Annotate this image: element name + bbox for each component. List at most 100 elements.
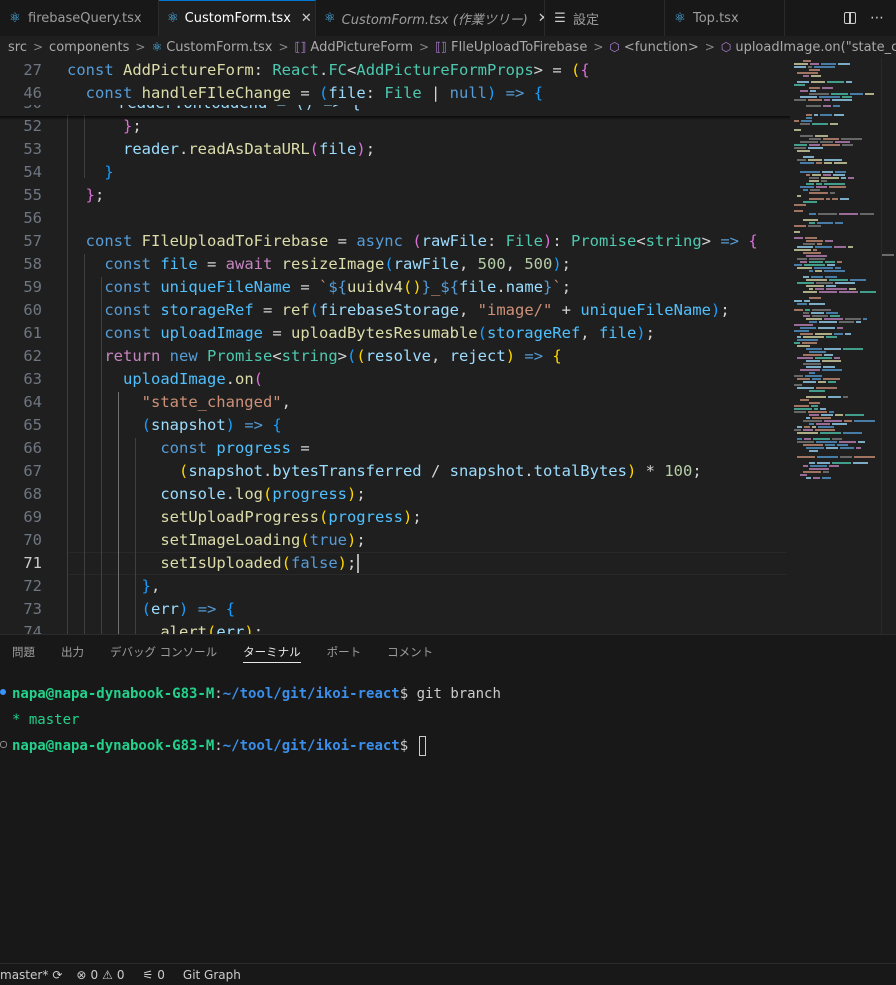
minimap-stroke xyxy=(854,456,875,458)
code-line[interactable]: 53 reader.readAsDataURL(file); xyxy=(0,138,790,161)
more-actions-icon[interactable]: ⋯ xyxy=(870,10,884,26)
line-number: 46 xyxy=(23,84,42,102)
minimap-stroke xyxy=(817,222,833,224)
react-icon: ⚛ xyxy=(167,11,179,26)
split-editor-icon[interactable] xyxy=(844,12,856,24)
sync-icon[interactable]: ⟳ xyxy=(52,968,62,982)
tab-top[interactable]: ⚛ Top.tsx xyxy=(665,0,785,36)
line-number: 68 xyxy=(23,485,42,503)
tab-settings[interactable]: ☰ 設定 xyxy=(545,0,665,36)
code-text: alert(err); xyxy=(160,623,264,634)
minimap-stroke xyxy=(816,162,822,164)
line-number: 65 xyxy=(23,416,42,434)
code-line[interactable]: 60 const storageRef = ref(firebaseStorag… xyxy=(0,299,790,322)
minimap-stroke xyxy=(842,144,853,146)
minimap-stroke xyxy=(803,75,809,77)
tab-label: CustomForm.tsx (作業ツリー) xyxy=(341,12,528,28)
editor-scrollbar[interactable] xyxy=(881,58,896,634)
breadcrumb-item[interactable]: AddPictureForm xyxy=(310,40,413,55)
scrollbar-thumb[interactable] xyxy=(882,254,894,256)
code-text: const uniqueFileName = `${uuidv4()}_${fi… xyxy=(104,278,572,296)
breadcrumb-item[interactable]: <function> xyxy=(624,40,699,55)
minimap-stroke xyxy=(826,198,830,200)
minimap-stroke xyxy=(842,96,852,98)
minimap-stroke xyxy=(818,426,834,428)
breadcrumb-item[interactable]: components xyxy=(49,40,129,55)
minimap[interactable] xyxy=(790,58,880,634)
minimap-stroke xyxy=(797,426,802,428)
broadcast-icon: ⚟ xyxy=(142,967,154,982)
close-icon[interactable]: ✕ xyxy=(301,11,312,26)
code-line[interactable]: 58 const file = await resizeImage(rawFil… xyxy=(0,253,790,276)
minimap-stroke xyxy=(808,147,823,149)
code-line[interactable]: 56 xyxy=(0,207,790,230)
tab-customform[interactable]: ⚛ CustomForm.tsx ✕ xyxy=(159,0,316,36)
minimap-stroke xyxy=(809,450,818,452)
minimap-stroke xyxy=(824,99,830,101)
minimap-stroke xyxy=(815,357,832,359)
minimap-stroke xyxy=(794,342,800,344)
problems-status[interactable]: ⊗ 0 ⚠ 0 xyxy=(76,968,124,982)
minimap-stroke xyxy=(800,135,813,137)
ports-status[interactable]: ⚟ 0 xyxy=(143,968,165,982)
minimap-stroke xyxy=(794,384,802,386)
code-line[interactable]: 54 } xyxy=(0,161,790,184)
minimap-stroke xyxy=(826,447,838,449)
code-text: const uploadImage = uploadBytesResumable… xyxy=(104,324,655,342)
minimap-stroke xyxy=(824,183,845,185)
chevron-right-icon: > xyxy=(32,40,44,54)
breadcrumb-item[interactable]: FIleUploadToFirebase xyxy=(451,40,587,55)
minimap-stroke xyxy=(794,411,806,413)
code-line[interactable]: 59 const uniqueFileName = `${uuidv4()}_$… xyxy=(0,276,790,299)
minimap-stroke xyxy=(845,414,864,416)
minimap-stroke xyxy=(826,285,836,287)
minimap-stroke xyxy=(794,264,802,266)
minimap-stroke xyxy=(809,270,813,272)
code-text: (err) => { xyxy=(141,600,236,618)
minimap-stroke xyxy=(854,420,875,422)
tab-terminal[interactable]: ターミナル xyxy=(243,635,301,669)
minimap-stroke xyxy=(797,246,813,248)
tab-ports[interactable]: ポート xyxy=(327,635,362,669)
status-bar: master* ⟳ ⊗ 0 ⚠ 0 ⚟ 0 Git Graph xyxy=(0,963,896,985)
minimap-stroke xyxy=(797,432,818,434)
git-graph-button[interactable]: Git Graph xyxy=(183,968,241,982)
minimap-stroke xyxy=(804,426,810,428)
minimap-stroke xyxy=(800,141,818,143)
command-success-dot-icon[interactable] xyxy=(0,689,6,695)
tab-label: CustomForm.tsx xyxy=(184,11,291,26)
tab-problems[interactable]: 問題 xyxy=(12,635,35,669)
minimap-stroke xyxy=(835,141,850,143)
bottom-panel: 問題 出力 デバッグ コンソール ターミナル ポート コメント napa@nap… xyxy=(0,634,896,964)
code-line[interactable]: 57 const FIleUploadToFirebase = async (r… xyxy=(0,230,790,253)
react-icon: ⚛ xyxy=(324,10,336,26)
breadcrumb-item[interactable]: CustomForm.tsx xyxy=(166,40,272,55)
code-line[interactable]: 46 const handleFIleChange = (file: File … xyxy=(0,82,790,105)
code-editor[interactable]: 50reader.onloadend = () => {52 };53 read… xyxy=(0,58,896,634)
code-line[interactable]: 63 uploadImage.on( xyxy=(0,368,790,391)
minimap-stroke xyxy=(797,456,815,458)
minimap-stroke xyxy=(806,279,827,281)
tab-firebasequery[interactable]: ⚛ firebaseQuery.tsx xyxy=(0,0,159,36)
breadcrumb-item[interactable]: uploadImage.on("state_changed") ca xyxy=(735,40,896,55)
code-line[interactable]: 62 return new Promise<string>((resolve, … xyxy=(0,345,790,368)
tab-customform-worktree[interactable]: ⚛ CustomForm.tsx (作業ツリー) ✕ xyxy=(316,0,545,36)
minimap-stroke xyxy=(806,285,824,287)
code-line[interactable]: 27 const AddPictureForm: React.FC<AddPict… xyxy=(0,59,790,82)
minimap-stroke xyxy=(822,87,833,89)
code-line[interactable]: 55 }; xyxy=(0,184,790,207)
line-number: 72 xyxy=(23,577,42,595)
tab-debug-console[interactable]: デバッグ コンソール xyxy=(110,635,217,669)
indent-guide xyxy=(101,277,102,634)
branch-status[interactable]: master* ⟳ xyxy=(0,968,62,982)
breadcrumb-item[interactable]: src xyxy=(8,40,27,55)
minimap-stroke xyxy=(808,225,821,227)
minimap-stroke xyxy=(856,321,861,323)
code-line[interactable]: 61 const uploadImage = uploadBytesResuma… xyxy=(0,322,790,345)
tab-output[interactable]: 出力 xyxy=(61,635,84,669)
minimap-stroke xyxy=(816,183,822,185)
line-number: 74 xyxy=(23,623,42,634)
close-icon[interactable]: ✕ xyxy=(538,11,544,26)
tab-comments[interactable]: コメント xyxy=(387,635,433,669)
command-pending-dot-icon[interactable] xyxy=(0,741,7,748)
